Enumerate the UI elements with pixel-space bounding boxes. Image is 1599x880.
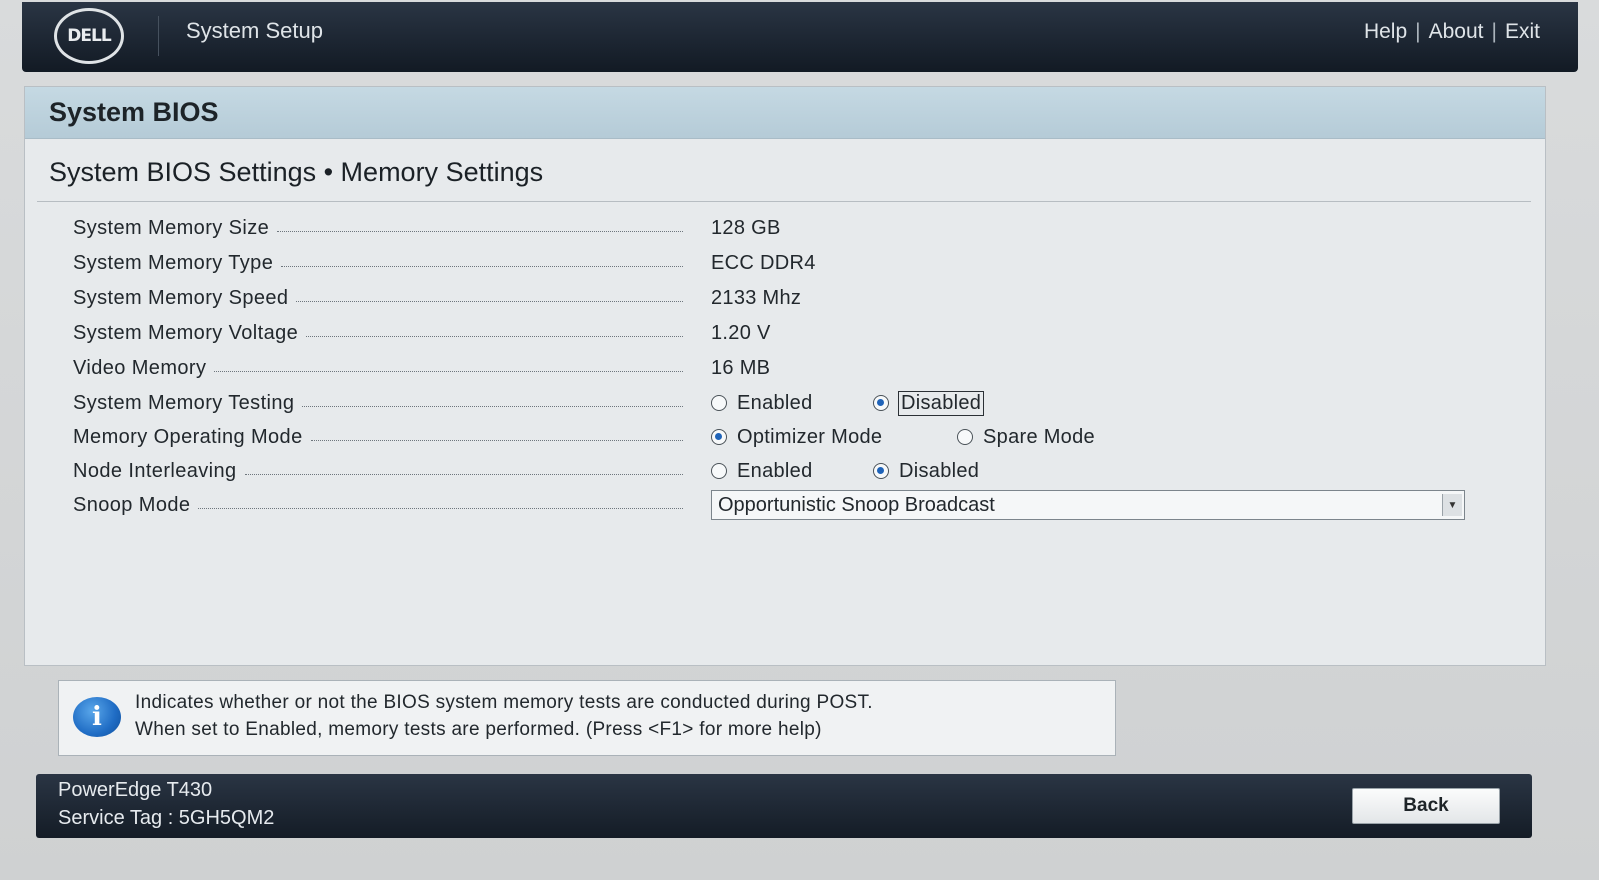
- setting-row-operating-mode: Memory Operating Mode Optimizer Mode Spa…: [73, 420, 1513, 454]
- setting-label: System Memory Type: [73, 251, 274, 274]
- node-interleaving-enabled-radio[interactable]: Enabled: [711, 460, 873, 483]
- setting-label: Snoop Mode: [73, 493, 191, 516]
- leader-dots: [306, 335, 683, 337]
- snoop-mode-dropdown[interactable]: Opportunistic Snoop Broadcast ▼: [711, 490, 1465, 520]
- page-subtitle: System BIOS Settings • Memory Settings: [49, 157, 544, 187]
- setting-row-memory-type: System Memory Type ECC DDR4: [73, 246, 1513, 280]
- dropdown-arrow-icon[interactable]: ▼: [1442, 494, 1462, 516]
- setting-row-video-memory: Video Memory 16 MB: [73, 351, 1513, 385]
- setting-row-memory-testing: System Memory Testing Enabled Disabled: [73, 386, 1513, 420]
- subtitle-divider: [37, 201, 1531, 202]
- header-links: Help | About | Exit: [1364, 20, 1540, 44]
- back-button[interactable]: Back: [1352, 788, 1500, 824]
- dell-logo: DELL: [54, 8, 124, 64]
- setting-row-snoop-mode: Snoop Mode Opportunistic Snoop Broadcast…: [73, 488, 1513, 522]
- screen: DELL System Setup Help | About | Exit Sy…: [0, 0, 1599, 880]
- setting-label-container: System Memory Voltage: [73, 322, 683, 345]
- setting-label-container: Snoop Mode: [73, 494, 683, 517]
- link-separator: |: [1415, 20, 1421, 43]
- memory-testing-enabled-radio[interactable]: Enabled: [711, 392, 873, 415]
- help-info-box: i Indicates whether or not the BIOS syst…: [58, 680, 1116, 756]
- spare-mode-radio[interactable]: Spare Mode: [957, 426, 1095, 449]
- leader-dots: [281, 265, 683, 267]
- leader-dots: [214, 370, 683, 372]
- memory-testing-radio-group: Enabled Disabled: [711, 390, 985, 416]
- setting-label-container: Memory Operating Mode: [73, 426, 683, 449]
- main-panel: System BIOS System BIOS Settings • Memor…: [24, 86, 1546, 666]
- setting-label-container: Node Interleaving: [73, 460, 683, 483]
- setting-label: Video Memory: [73, 356, 207, 379]
- setting-label: System Memory Size: [73, 216, 270, 239]
- system-model: PowerEdge T430: [58, 779, 213, 801]
- leader-dots: [302, 405, 683, 407]
- setting-label-container: System Memory Speed: [73, 287, 683, 310]
- radio-selected-icon: [873, 463, 889, 479]
- radio-selected-icon: [873, 395, 889, 411]
- node-interleaving-radio-group: Enabled Disabled: [711, 460, 979, 483]
- radio-unselected-icon: [957, 429, 973, 445]
- setting-label: Memory Operating Mode: [73, 425, 303, 448]
- leader-dots: [244, 473, 683, 475]
- top-header-bar: DELL System Setup Help | About | Exit: [22, 2, 1578, 72]
- header-divider: [158, 16, 159, 56]
- panel-title: System BIOS: [49, 97, 219, 127]
- setting-label-container: System Memory Type: [73, 252, 683, 275]
- info-icon: i: [73, 697, 121, 737]
- panel-header: System BIOS: [25, 87, 1545, 139]
- service-tag: Service Tag : 5GH5QM2: [58, 807, 275, 829]
- setting-label: System Memory Voltage: [73, 321, 299, 344]
- footer-bar: PowerEdge T430 Service Tag : 5GH5QM2 Bac…: [36, 774, 1532, 838]
- radio-unselected-icon: [711, 395, 727, 411]
- help-text-line: Indicates whether or not the BIOS system…: [135, 692, 873, 713]
- setting-row-memory-size: System Memory Size 128 GB: [73, 211, 1513, 245]
- radio-unselected-icon: [711, 463, 727, 479]
- leader-dots: [277, 230, 683, 232]
- radio-selected-icon: [711, 429, 727, 445]
- leader-dots: [296, 300, 683, 302]
- setting-label-container: System Memory Testing: [73, 392, 683, 415]
- dropdown-selected-value: Opportunistic Snoop Broadcast: [718, 493, 995, 516]
- help-text: Indicates whether or not the BIOS system…: [135, 689, 1095, 743]
- setting-value: 128 GB: [711, 216, 781, 239]
- optimizer-mode-radio[interactable]: Optimizer Mode: [711, 426, 957, 449]
- setting-row-node-interleaving: Node Interleaving Enabled Disabled: [73, 454, 1513, 488]
- setting-value: 1.20 V: [711, 321, 771, 344]
- link-separator: |: [1491, 20, 1497, 43]
- setting-label-container: Video Memory: [73, 357, 683, 380]
- radio-label: Spare Mode: [983, 425, 1095, 448]
- setting-label: System Memory Speed: [73, 286, 289, 309]
- leader-dots: [310, 439, 683, 441]
- radio-label: Enabled: [737, 459, 813, 482]
- node-interleaving-disabled-radio[interactable]: Disabled: [873, 460, 979, 483]
- radio-label: Enabled: [737, 391, 813, 414]
- setting-value: 16 MB: [711, 356, 771, 379]
- setting-row-memory-voltage: System Memory Voltage 1.20 V: [73, 316, 1513, 350]
- app-title: System Setup: [186, 18, 323, 43]
- operating-mode-radio-group: Optimizer Mode Spare Mode: [711, 426, 1095, 449]
- setting-row-memory-speed: System Memory Speed 2133 Mhz: [73, 281, 1513, 315]
- setting-label-container: System Memory Size: [73, 217, 683, 240]
- memory-testing-disabled-radio[interactable]: Disabled: [873, 390, 985, 416]
- setting-label: Node Interleaving: [73, 459, 237, 482]
- exit-link[interactable]: Exit: [1505, 20, 1540, 44]
- radio-label: Optimizer Mode: [737, 425, 883, 448]
- setting-value: ECC DDR4: [711, 251, 816, 274]
- leader-dots: [198, 507, 683, 509]
- about-link[interactable]: About: [1429, 20, 1484, 44]
- help-link[interactable]: Help: [1364, 20, 1407, 44]
- setting-label: System Memory Testing: [73, 391, 295, 414]
- radio-label: Disabled: [897, 390, 985, 416]
- setting-value: 2133 Mhz: [711, 286, 802, 309]
- help-text-line: When set to Enabled, memory tests are pe…: [135, 719, 822, 740]
- radio-label: Disabled: [899, 459, 980, 482]
